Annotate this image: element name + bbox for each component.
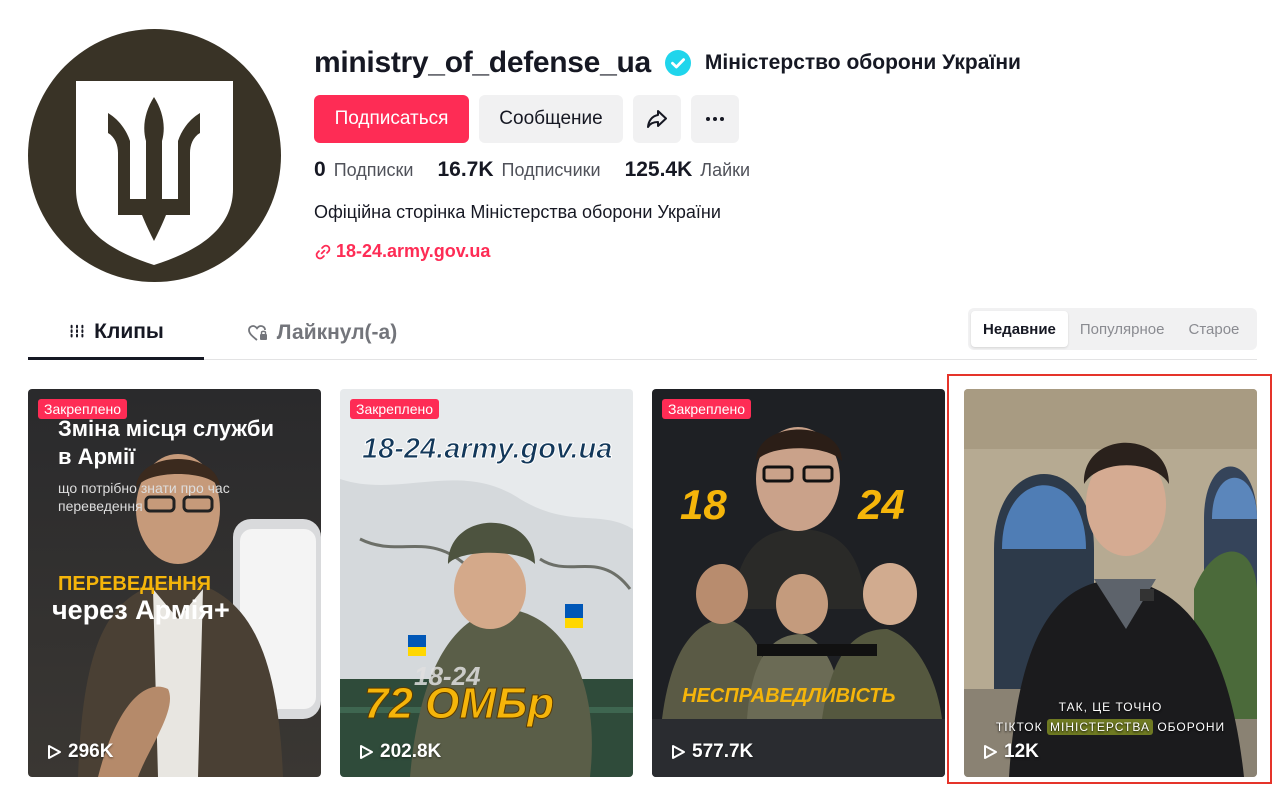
link-icon: [315, 244, 331, 259]
video-subtitle-line: ТАК, ЦЕ ТОЧНО: [1058, 700, 1163, 714]
sort-popular[interactable]: Популярное: [1068, 311, 1177, 347]
profile-nickname: Міністерство оборони України: [704, 51, 1021, 74]
video-title-line: в Армії: [58, 444, 136, 469]
video-thumbnail: [652, 389, 945, 777]
sort-latest[interactable]: Недавние: [971, 311, 1068, 347]
video-views: 202.8K: [358, 741, 441, 763]
following-stat[interactable]: 0 Подписки: [314, 158, 413, 182]
more-options-button[interactable]: [691, 95, 739, 143]
video-card[interactable]: Закреплено 18-24.army.gov.ua 18-24 72 ОМ…: [340, 389, 633, 777]
video-overlay-url: 18-24.army.gov.ua: [361, 433, 613, 466]
video-caption: через Армія+: [52, 595, 230, 625]
video-views: 577.7K: [670, 741, 753, 763]
video-overlay-number: 18: [680, 481, 727, 528]
video-view-count: 202.8K: [380, 741, 442, 762]
profile-link-text: 18-24.army.gov.ua: [336, 241, 491, 261]
likes-label: Лайки: [700, 160, 751, 180]
video-subtitle-word: ТІКТОК: [995, 720, 1043, 734]
tab-liked[interactable]: Лайкнул(-а): [224, 306, 420, 360]
video-card[interactable]: Закреплено 18 24 НЕСПРАВЕДЛИВІСТЬ 577.7K: [652, 389, 945, 777]
video-subtitle-line: переведення: [58, 498, 143, 514]
video-view-count: 296K: [68, 741, 114, 762]
play-icon: [984, 745, 997, 759]
play-icon: [360, 745, 373, 759]
trident-emblem-icon: [76, 81, 233, 265]
profile-actions: Подписаться Сообщение: [314, 95, 739, 143]
share-icon: [647, 110, 667, 128]
video-overlay-number: 24: [858, 481, 905, 528]
likes-count: 125.4K: [624, 158, 693, 181]
video-card[interactable]: Закреплено Зміна місця служби в Армії що…: [28, 389, 321, 777]
follow-button[interactable]: Подписаться: [314, 95, 469, 143]
grid-icon: [70, 324, 84, 339]
video-subtitle-line: що потрібно знати про час: [58, 480, 230, 496]
profile-stats: 0 Подписки 16.7K Подписчики 125.4K Лайки: [314, 158, 750, 182]
followers-count: 16.7K: [437, 158, 494, 181]
following-label: Подписки: [333, 160, 414, 180]
tab-videos-label: Клипы: [94, 319, 164, 343]
video-views: 12K: [982, 741, 1039, 763]
video-caption: ПЕРЕВЕДЕННЯ: [58, 573, 212, 595]
message-button[interactable]: Сообщение: [479, 95, 623, 143]
video-overlay-title: 72 ОМБр: [363, 679, 555, 729]
video-subtitle-highlight: МІНІСТЕРСТВА: [1046, 719, 1153, 735]
sort-control: Недавние Популярное Старое: [968, 308, 1257, 350]
profile-username: ministry_of_defense_ua: [314, 46, 651, 79]
following-count: 0: [314, 158, 326, 181]
video-view-count: 12K: [1004, 741, 1039, 762]
video-card[interactable]: ТАК, ЦЕ ТОЧНО ТІКТОК МІНІСТЕРСТВА ОБОРОН…: [964, 389, 1257, 777]
pinned-badge: Закреплено: [662, 399, 751, 419]
followers-label: Подписчики: [501, 160, 601, 180]
sort-oldest[interactable]: Старое: [1177, 311, 1252, 347]
profile-link[interactable]: 18-24.army.gov.ua: [314, 241, 490, 262]
video-subtitle-word: ОБОРОНИ: [1157, 720, 1226, 734]
video-views: 296K: [46, 741, 113, 763]
tab-videos[interactable]: Клипы: [28, 306, 204, 360]
likes-stat: 125.4K Лайки: [625, 158, 751, 182]
pinned-badge: Закреплено: [350, 399, 439, 419]
video-view-count: 577.7K: [692, 741, 754, 762]
video-caption: НЕСПРАВЕДЛИВІСТЬ: [682, 685, 896, 707]
followers-stat[interactable]: 16.7K Подписчики: [437, 158, 600, 182]
verified-badge-icon: [664, 50, 691, 76]
heart-lock-icon: [247, 325, 267, 341]
play-icon: [672, 745, 685, 759]
profile-avatar[interactable]: [28, 29, 281, 282]
tab-liked-label: Лайкнул(-а): [276, 321, 398, 344]
profile-bio: Офіційна сторінка Міністерства оборони У…: [314, 202, 721, 222]
more-dots-icon: [706, 117, 724, 121]
video-title-line: Зміна місця служби: [58, 416, 275, 441]
share-button[interactable]: [633, 95, 681, 143]
play-icon: [48, 745, 61, 759]
